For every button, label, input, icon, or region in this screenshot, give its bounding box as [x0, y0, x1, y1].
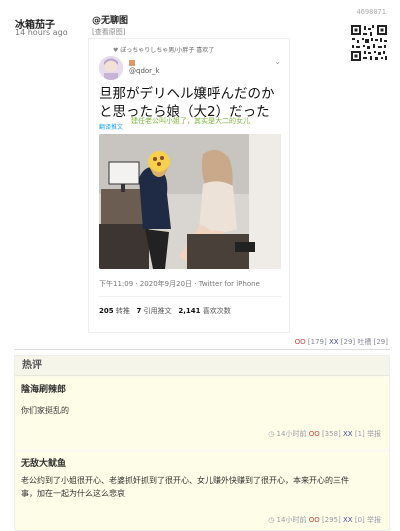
comment-text: 你们家挺乱的 — [21, 406, 69, 415]
tweet-translation: 建任老公叫小姐了，其实是大二的女儿 — [131, 117, 250, 125]
comment-footer: ◷ 14小时前 OO [295] XX [0] 举报 — [268, 515, 381, 525]
report-button[interactable]: 举报 — [367, 430, 381, 438]
post: 冰箱茄子 14 hours ago 4698071 @无聊图 [查看原图] ♥ … — [0, 0, 400, 346]
retweet-label[interactable]: 转推 — [116, 307, 130, 315]
tweet-photo-illustration — [99, 134, 281, 269]
tweet-handle: @qdor_k — [129, 67, 160, 75]
xx-count: [1] — [354, 430, 365, 438]
comment-text: 老公约到了小姐很开心、老婆抓奸抓到了很开心、女儿赚外快赚到了很开心，本来开心的三… — [21, 476, 349, 498]
comment-author[interactable]: 无敌大鱿鱼 — [21, 456, 66, 469]
chevron-down-icon[interactable]: ⌄ — [274, 57, 281, 66]
tweet-meta: 下午11:09 · 2020年9月20日 · Twitter for iPhon… — [99, 280, 260, 288]
oo-vote-button[interactable]: OO — [295, 338, 306, 346]
oo-count: [179] — [307, 338, 327, 346]
hot-comments-panel: 热评 陰海刷辣郎 你们家挺乱的 ◷ 14小时前 OO [358] XX [1] … — [14, 355, 390, 531]
liked-by-line: ♥ ぽっちゃりしちゃ男/小胖子 喜欢了 — [113, 45, 214, 54]
xx-vote-button[interactable]: XX — [329, 338, 339, 346]
comment-author[interactable]: 陰海刷辣郎 — [21, 382, 66, 395]
retweet-count: 205 — [99, 307, 114, 315]
comment-footer: ◷ 14小时前 OO [358] XX [1] 举报 — [268, 429, 381, 439]
post-tag[interactable]: @无聊图 — [92, 13, 128, 26]
xx-vote-button[interactable]: XX — [343, 430, 353, 438]
xx-vote-button[interactable]: XX — [343, 516, 353, 524]
post-time: 14 hours ago — [15, 28, 68, 37]
comment-time: 14小时前 — [276, 516, 307, 524]
tweet-text: 旦那がデリヘル嬢呼んだのかと思ったら娘（大2）だった — [99, 86, 275, 120]
bear-emoji-icon — [129, 60, 135, 66]
post-id[interactable]: 4698071 — [356, 8, 386, 16]
post-vote-bar: OO [179] XX [29] 吐槽 [29] — [295, 337, 388, 347]
like-count: 2,141 — [178, 307, 201, 315]
oo-vote-button[interactable]: OO — [309, 516, 320, 524]
hot-comments-title: 热评 — [15, 356, 389, 376]
divider — [99, 296, 281, 297]
oo-vote-button[interactable]: OO — [309, 430, 320, 438]
spit-count: [29] — [373, 338, 388, 346]
view-original-link[interactable]: [查看原图] — [92, 27, 125, 37]
qr-code-icon — [350, 24, 388, 62]
spit-button[interactable]: 吐槽 — [357, 338, 371, 346]
divider — [14, 349, 390, 350]
liked-by-text: ぽっちゃりしちゃ男/小胖子 喜欢了 — [120, 47, 215, 54]
comment-time: 14小时前 — [276, 430, 307, 438]
tweet-stats: 205 转推 7 引用推文 2,141 喜欢次数 — [99, 306, 231, 316]
comment: 陰海刷辣郎 你们家挺乱的 ◷ 14小时前 OO [358] XX [1] 举报 — [15, 377, 389, 449]
clock-icon: ◷ — [268, 516, 275, 524]
xx-count: [0] — [354, 516, 365, 524]
report-button[interactable]: 举报 — [367, 516, 381, 524]
oo-count: [295] — [321, 516, 341, 524]
translate-tweet-link[interactable]: 翻译推文 — [99, 122, 123, 131]
oo-count: [358] — [321, 430, 341, 438]
embedded-tweet: ♥ ぽっちゃりしちゃ男/小胖子 喜欢了 @qdor_k ⌄ 旦那がデリヘル嬢呼ん… — [88, 38, 290, 333]
quote-count: 7 — [136, 307, 142, 315]
tweet-user[interactable]: @qdor_k — [129, 59, 160, 75]
xx-count: [29] — [340, 338, 356, 346]
clock-icon: ◷ — [268, 430, 275, 438]
comment: 无敌大鱿鱼 老公约到了小姐很开心、老婆抓奸抓到了很开心、女儿赚外快赚到了很开心，… — [15, 452, 389, 530]
quote-label[interactable]: 引用推文 — [144, 307, 172, 315]
like-label[interactable]: 喜欢次数 — [203, 307, 231, 315]
avatar[interactable] — [99, 56, 123, 80]
tweet-photo[interactable] — [99, 134, 281, 269]
avatar-illustration — [99, 56, 123, 80]
